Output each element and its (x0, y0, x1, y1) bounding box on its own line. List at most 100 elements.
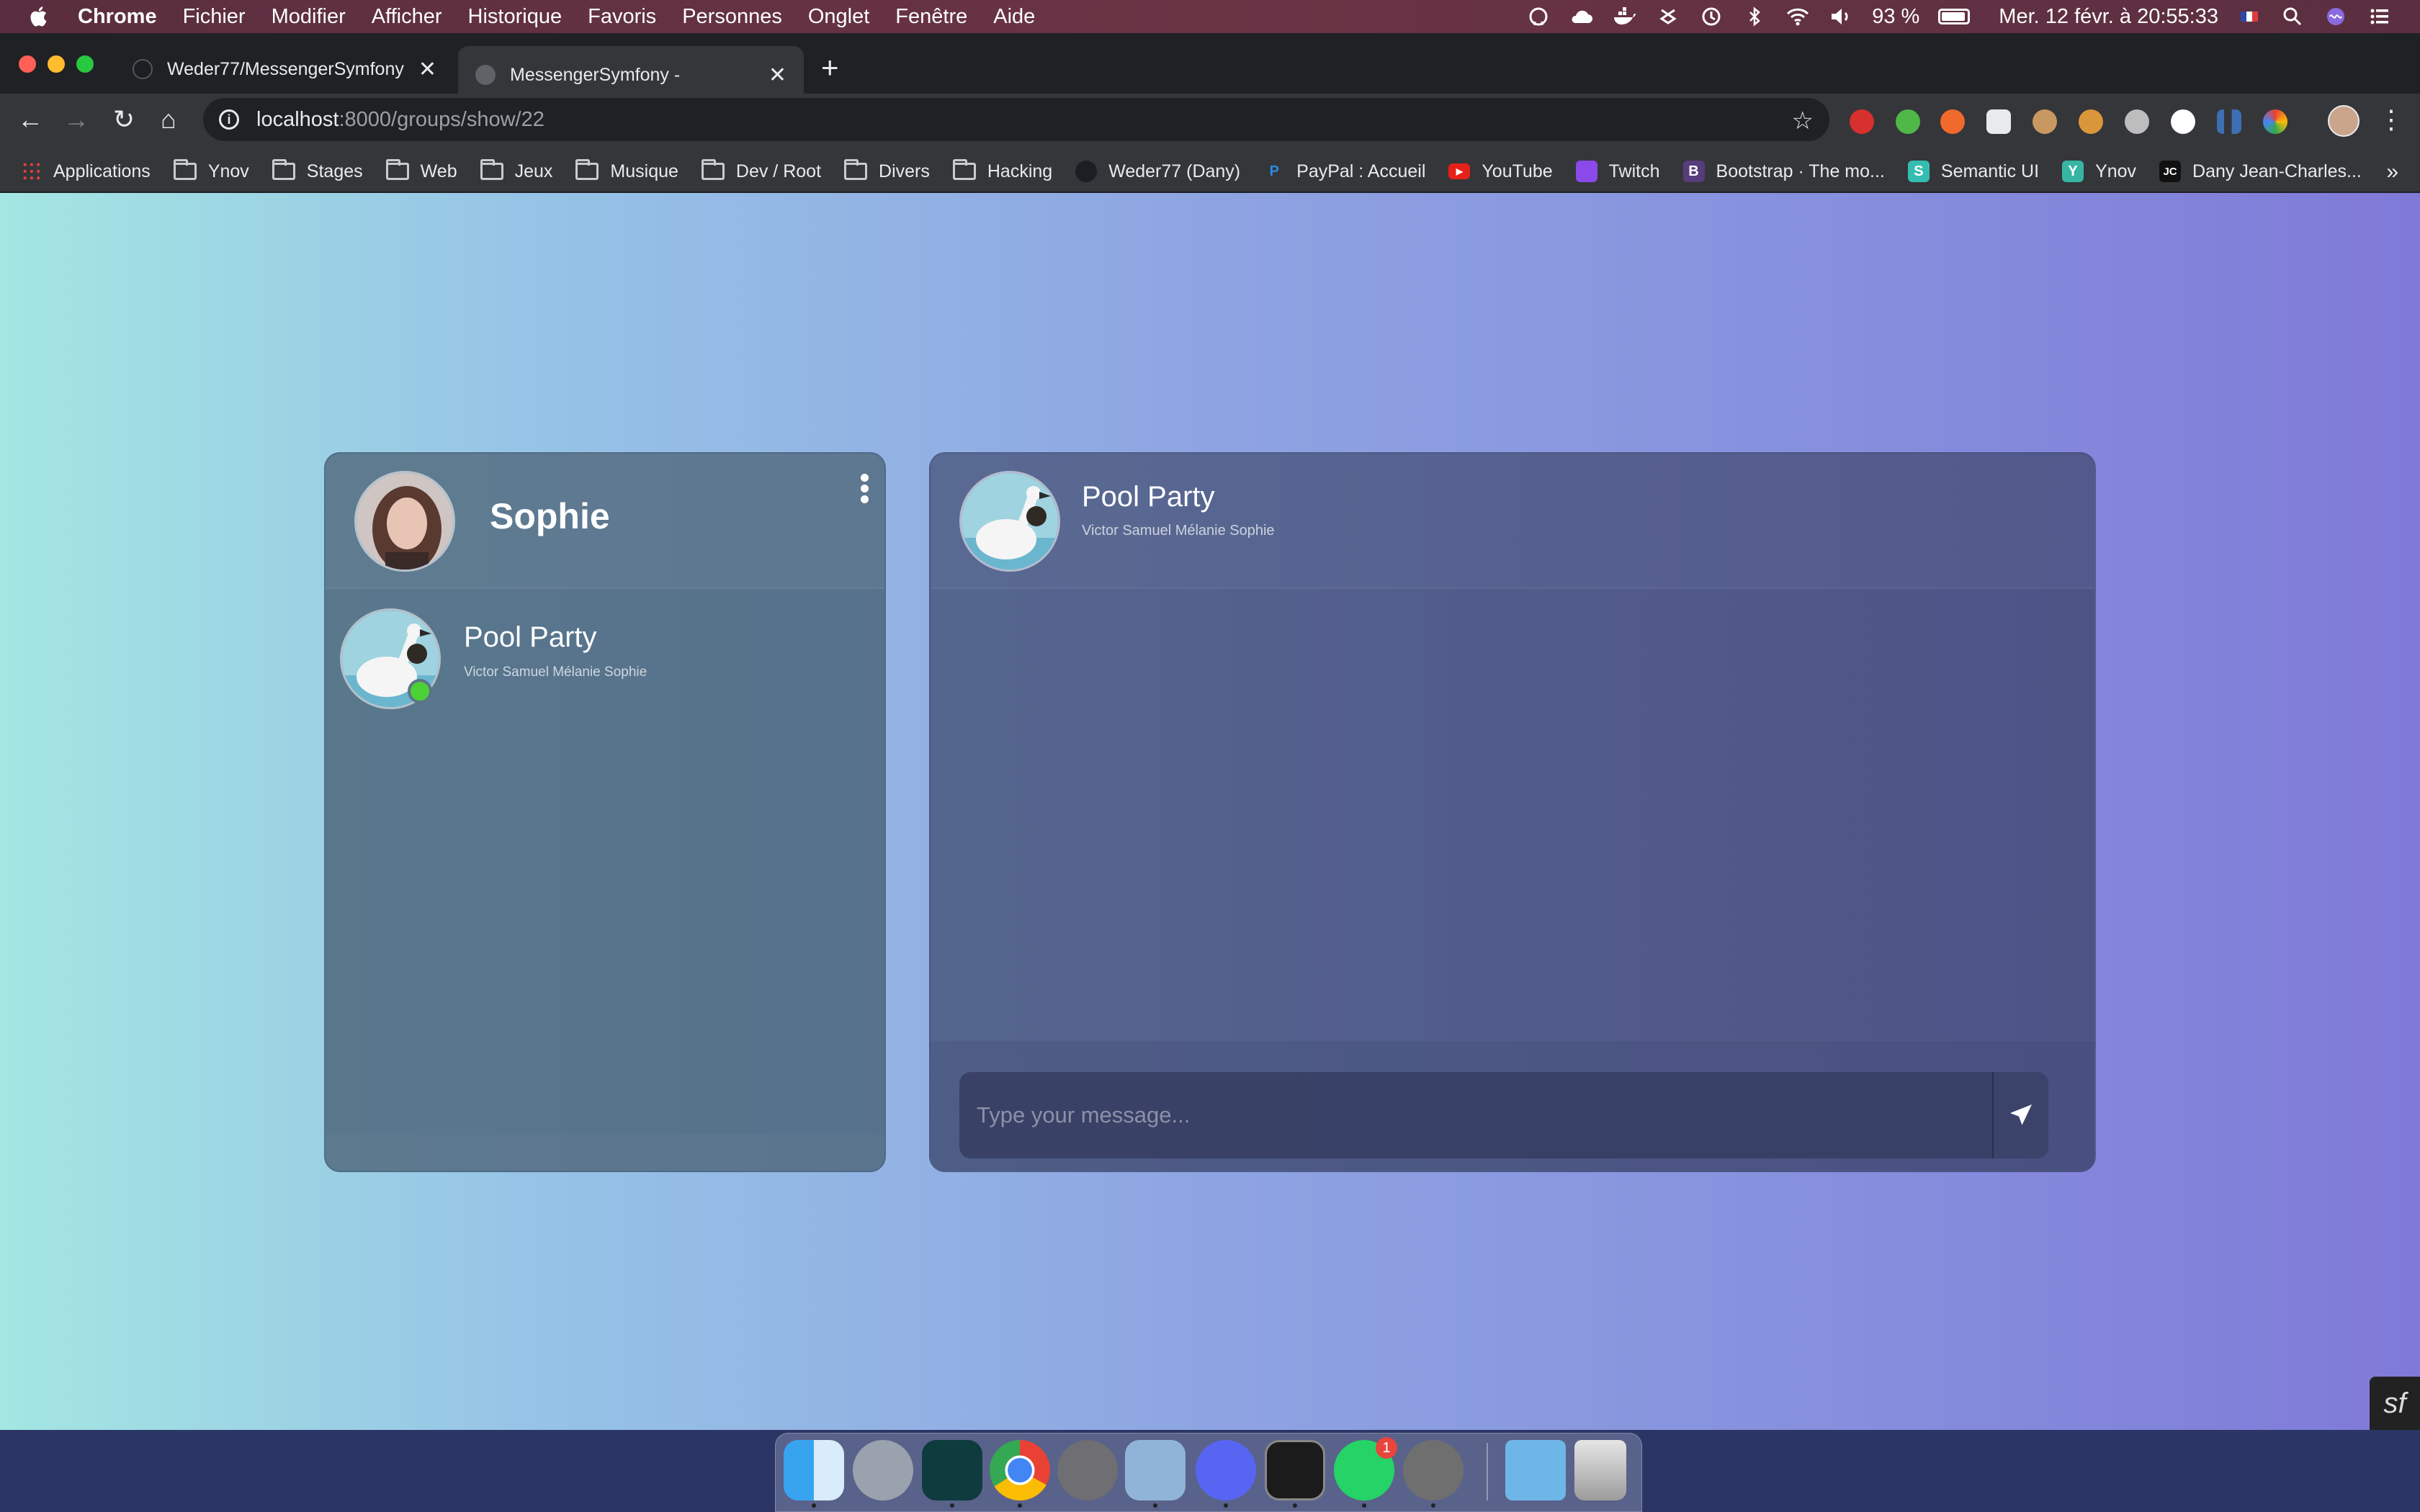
tab-github[interactable]: Weder77/MessengerSymfony: A ✕ (115, 48, 454, 91)
bookmarks-overflow-icon[interactable]: » (2386, 160, 2398, 184)
dropbox-like-icon[interactable] (1656, 6, 1680, 27)
menu-item-historique[interactable]: Historique (468, 5, 563, 29)
discord-icon[interactable] (1196, 1440, 1256, 1500)
window-close-button[interactable] (19, 55, 36, 73)
more-options-icon[interactable] (859, 474, 870, 505)
bookmark-folder-stages[interactable]: Stages (272, 159, 363, 182)
send-arrow-icon (2010, 1104, 2032, 1125)
apple-icon[interactable] (27, 4, 52, 29)
symfony-debug-toolbar-icon[interactable]: sf (2370, 1377, 2420, 1430)
notification-center-icon[interactable] (2367, 6, 2391, 27)
bookmark-folder-jeux[interactable]: Jeux (480, 159, 552, 182)
folder-icon (701, 159, 725, 180)
gear-extension-icon[interactable] (2125, 109, 2149, 134)
folder-icon (272, 159, 295, 180)
bookmark-applications[interactable]: Applications (53, 161, 151, 182)
bookmark-twitch[interactable]: Twitch (1575, 161, 1660, 182)
contacts-panel: Sophie Pool Party Victor Samuel Mélanie … (324, 452, 886, 1172)
running-indicator (950, 1503, 954, 1508)
trash-icon[interactable] (1574, 1440, 1626, 1500)
bookmark-folder-ynov[interactable]: Ynov (173, 159, 249, 182)
spotlight-search-icon[interactable] (2280, 6, 2305, 27)
window-minimize-button[interactable] (48, 55, 65, 73)
postgres-elephant-icon[interactable] (1526, 6, 1551, 27)
bookmark-dany-jean-charles[interactable]: JC Dany Jean-Charles... (2159, 161, 2362, 182)
menu-clock[interactable]: Mer. 12 févr. à 20:55:33 (1999, 5, 2218, 29)
bookmark-paypal[interactable]: P PayPal : Accueil (1263, 161, 1425, 182)
french-flag-icon[interactable] (2237, 6, 2262, 27)
notes-extension-icon[interactable] (1986, 109, 2011, 134)
new-tab-button[interactable]: + (821, 50, 839, 85)
bootstrap-icon: B (1682, 161, 1705, 182)
forward-icon[interactable]: → (60, 104, 92, 135)
bookmark-folder-web[interactable]: Web (385, 159, 457, 182)
bookmark-folder-musique[interactable]: Musique (575, 159, 678, 182)
bookmark-folder-divers[interactable]: Divers (844, 159, 930, 182)
user-header: Sophie (326, 454, 884, 589)
contact-name: Pool Party (464, 621, 597, 653)
close-icon[interactable]: ✕ (768, 63, 786, 88)
bookmark-github[interactable]: Weder77 (Dany) (1075, 161, 1240, 182)
menu-item-afficher[interactable]: Afficher (372, 5, 442, 29)
ig-extension-icon[interactable] (1940, 109, 1965, 134)
color-wheel-extension-icon[interactable] (2263, 109, 2287, 134)
menu-item-modifier[interactable]: Modifier (272, 5, 346, 29)
address-bar[interactable]: i localhost:8000/groups/show/22 ☆ (203, 98, 1829, 141)
downloads-folder-icon[interactable] (1505, 1440, 1566, 1500)
reload-icon[interactable]: ↻ (108, 104, 140, 135)
chrome-icon[interactable] (990, 1440, 1050, 1500)
docker-icon[interactable] (1613, 6, 1637, 27)
user-avatar[interactable] (354, 471, 455, 572)
evernote-extension-icon[interactable] (1896, 109, 1920, 134)
message-input[interactable] (959, 1072, 1992, 1158)
chrome-menu-icon[interactable]: ⋮ (2375, 104, 2407, 135)
bookmark-semantic-ui[interactable]: S Semantic UI (1907, 161, 2039, 182)
home-icon[interactable]: ⌂ (153, 104, 184, 135)
menu-item-aide[interactable]: Aide (993, 5, 1035, 29)
menu-item-fichier[interactable]: Fichier (183, 5, 246, 29)
bookmark-folder-hacking[interactable]: Hacking (952, 159, 1052, 182)
menu-item-fenetre[interactable]: Fenêtre (895, 5, 967, 29)
terminal-icon[interactable] (1265, 1440, 1325, 1500)
cookie-extension-icon[interactable] (2079, 109, 2103, 134)
github-favicon-icon (133, 59, 153, 79)
preview-icon[interactable] (1125, 1440, 1186, 1500)
finder-icon[interactable] (784, 1440, 844, 1500)
menu-app-name[interactable]: Chrome (78, 5, 157, 29)
launchpad-icon[interactable] (853, 1440, 913, 1500)
bookmark-youtube[interactable]: ▶ YouTube (1448, 161, 1553, 182)
menu-item-onglet[interactable]: Onglet (808, 5, 869, 29)
profile-avatar[interactable] (2328, 105, 2360, 137)
cloud-icon[interactable] (1569, 6, 1594, 27)
contact-list-item[interactable]: Pool Party Victor Samuel Mélanie Sophie (340, 608, 873, 716)
menu-item-favoris[interactable]: Favoris (588, 5, 656, 29)
wifi-icon[interactable] (1785, 6, 1810, 27)
message-composer (959, 1072, 2048, 1158)
owl-extension-icon[interactable] (2033, 109, 2057, 134)
circle-extension-icon[interactable] (2171, 109, 2195, 134)
bookmark-folder-dev-root[interactable]: Dev / Root (701, 159, 821, 182)
close-icon[interactable]: ✕ (418, 57, 436, 82)
back-icon[interactable]: ← (14, 104, 46, 135)
whatsapp-unread-badge: 1 (1376, 1437, 1397, 1459)
dashlane-icon[interactable] (922, 1440, 982, 1500)
chat-header: Pool Party Victor Samuel Mélanie Sophie (931, 454, 2094, 589)
system-preferences-icon[interactable] (1057, 1440, 1118, 1500)
bookmark-ynov[interactable]: Y Ynov (2062, 161, 2136, 182)
running-indicator (1153, 1503, 1157, 1508)
bookmark-star-icon[interactable]: ☆ (1792, 107, 1814, 135)
window-zoom-button[interactable] (76, 55, 94, 73)
tableplus-elephant-icon[interactable] (1403, 1440, 1464, 1500)
bookmark-bootstrap[interactable]: B Bootstrap · The mo... (1682, 161, 1885, 182)
bluetooth-icon[interactable] (1742, 6, 1767, 27)
battery-icon[interactable] (1938, 9, 1971, 24)
siri-icon[interactable] (2323, 6, 2348, 27)
apps-grid-icon (22, 161, 42, 181)
menu-item-personnes[interactable]: Personnes (682, 5, 782, 29)
bars-extension-icon[interactable] (2217, 109, 2241, 134)
time-machine-icon[interactable] (1699, 6, 1724, 27)
send-button[interactable] (1992, 1072, 2048, 1158)
site-info-icon[interactable]: i (219, 109, 239, 130)
adblock-extension-icon[interactable] (1850, 109, 1874, 134)
volume-icon[interactable] (1829, 6, 1853, 27)
